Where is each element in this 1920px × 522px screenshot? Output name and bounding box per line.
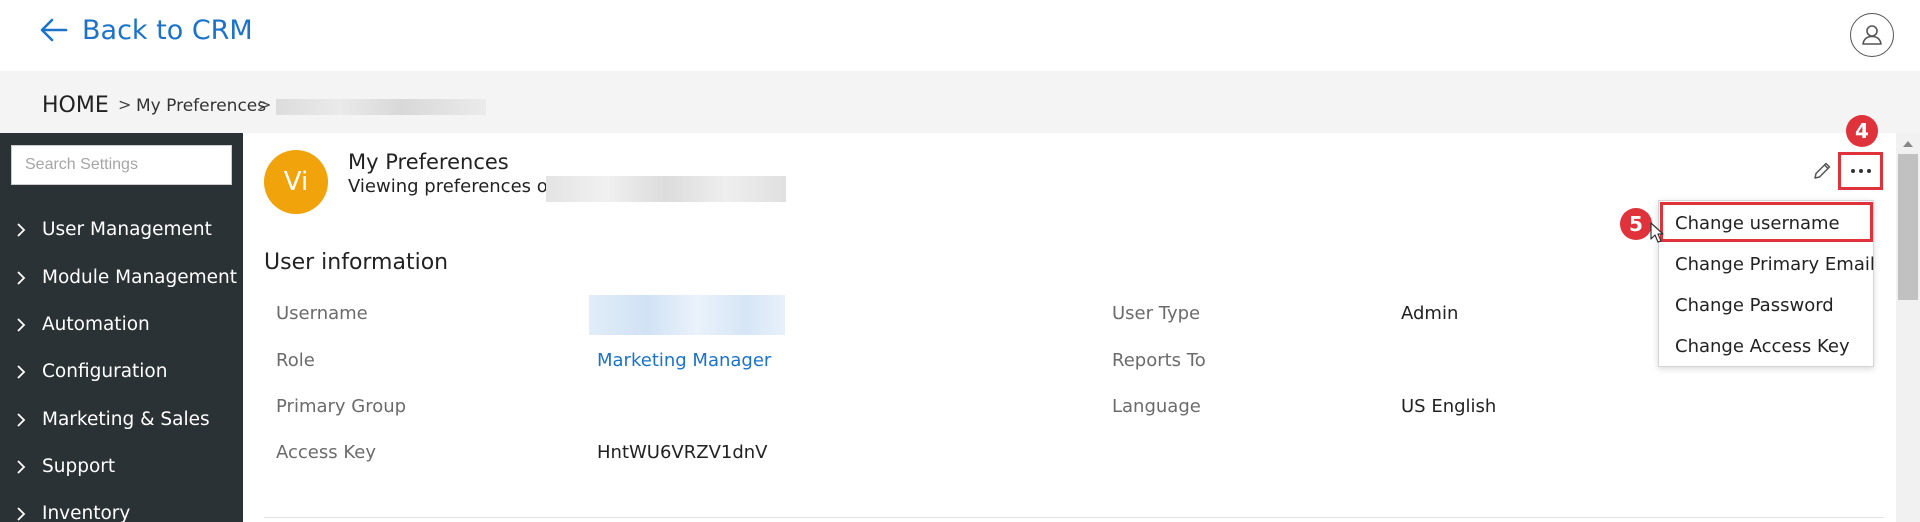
user-profile-button[interactable]	[1850, 13, 1894, 57]
back-to-crm-label: Back to CRM	[82, 14, 253, 46]
page-title: My Preferences	[348, 150, 509, 174]
breadcrumb-home[interactable]: HOME	[42, 93, 109, 118]
field-value-language: US English	[1401, 396, 1497, 417]
field-value-user-type: Admin	[1401, 303, 1459, 324]
sidebar-item-module-management[interactable]: Module Management	[14, 267, 237, 288]
field-value-access-key: HntWU6VRZV1dnV	[597, 442, 768, 463]
chevron-right-icon	[17, 506, 26, 521]
chevron-right-icon	[17, 364, 26, 379]
settings-sidebar: User Management Module Management Automa…	[0, 133, 243, 522]
section-divider	[264, 517, 1884, 518]
mouse-cursor-icon	[1650, 222, 1664, 243]
arrow-left-icon	[40, 18, 68, 42]
sidebar-item-inventory[interactable]: Inventory	[14, 503, 130, 522]
user-icon	[1862, 25, 1882, 45]
search-settings-input[interactable]	[11, 145, 232, 185]
top-bar: Back to CRM	[0, 0, 1920, 71]
sidebar-item-user-management[interactable]: User Management	[14, 219, 212, 240]
redacted-user-name	[546, 176, 786, 202]
field-label-language: Language	[1112, 396, 1201, 417]
sidebar-item-label: Marketing & Sales	[42, 409, 210, 430]
back-to-crm-link[interactable]: Back to CRM	[38, 14, 253, 46]
field-label-user-type: User Type	[1112, 303, 1201, 324]
sidebar-item-automation[interactable]: Automation	[14, 314, 150, 335]
more-dots-icon	[1850, 169, 1871, 173]
breadcrumb-my-preferences[interactable]: My Preferences	[136, 96, 266, 116]
chevron-right-icon	[17, 459, 26, 474]
breadcrumb: HOME > My Preferences >	[0, 71, 1920, 133]
sidebar-item-label: Automation	[42, 314, 150, 335]
menu-item-change-access-key[interactable]: Change Access Key	[1675, 336, 1850, 357]
field-label-access-key: Access Key	[276, 442, 376, 463]
redacted-username-value	[589, 295, 785, 335]
sidebar-item-marketing-sales[interactable]: Marketing & Sales	[14, 409, 210, 430]
sidebar-item-label: User Management	[42, 219, 212, 240]
field-label-username: Username	[276, 303, 368, 324]
chevron-right-icon	[17, 412, 26, 427]
step-badge-4: 4	[1846, 115, 1878, 147]
breadcrumb-separator: >	[258, 95, 272, 114]
breadcrumb-redacted-user	[276, 99, 486, 115]
scroll-up-arrow-icon[interactable]	[1900, 137, 1916, 151]
page-subtitle: Viewing preferences of	[348, 176, 555, 197]
highlight-box-change-username	[1660, 202, 1873, 242]
field-label-role: Role	[276, 350, 315, 371]
field-label-primary-group: Primary Group	[276, 396, 407, 417]
scrollbar-thumb[interactable]	[1898, 154, 1918, 300]
sidebar-item-label: Inventory	[42, 503, 131, 522]
more-actions-button[interactable]	[1838, 152, 1883, 190]
menu-item-change-password[interactable]: Change Password	[1675, 295, 1834, 316]
sidebar-item-label: Configuration	[42, 361, 168, 382]
avatar: Vi	[264, 150, 328, 214]
step-badge-5: 5	[1620, 208, 1652, 240]
field-label-reports-to: Reports To	[1112, 350, 1206, 371]
sidebar-item-label: Module Management	[42, 267, 238, 288]
sidebar-item-support[interactable]: Support	[14, 456, 115, 477]
pencil-edit-icon[interactable]	[1811, 160, 1833, 182]
sidebar-item-configuration[interactable]: Configuration	[14, 361, 167, 382]
chevron-right-icon	[17, 270, 26, 285]
sidebar-item-label: Support	[42, 456, 116, 477]
breadcrumb-separator: >	[118, 95, 132, 114]
menu-item-change-primary-email[interactable]: Change Primary Email	[1675, 254, 1875, 275]
section-title-user-information: User information	[264, 250, 449, 275]
chevron-right-icon	[17, 222, 26, 237]
field-value-role-link[interactable]: Marketing Manager	[597, 350, 771, 371]
chevron-right-icon	[17, 317, 26, 332]
